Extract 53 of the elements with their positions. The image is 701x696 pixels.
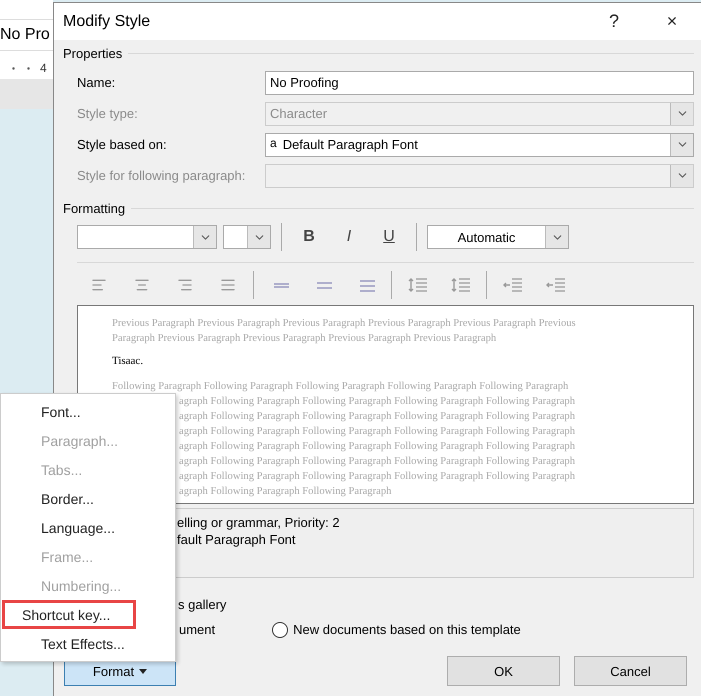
menu-item[interactable]: Language... <box>17 513 167 542</box>
template-radio[interactable]: New documents based on this template <box>272 622 521 638</box>
radio-circle[interactable] <box>272 622 288 638</box>
preview-line: agraph Following Paragraph Following Paragraph <box>179 485 392 499</box>
preview-line: Paragraph Previous Paragraph Previous Paragraph Previous Paragraph Previous Paragraph <box>112 332 498 346</box>
group-title: Formatting <box>63 201 126 216</box>
field-label: Style type: <box>77 106 139 121</box>
font-dropdown[interactable] <box>77 225 217 249</box>
field-label: Style for following paragraph: <box>77 168 246 183</box>
name-field[interactable]: No Proofing <box>265 70 694 94</box>
menu-item[interactable]: Shortcut key... <box>2 600 136 629</box>
align-center-icon <box>134 277 150 293</box>
preview-line: agraph Following Paragraph Following Paragraph Following Paragraph Following Paragraph <box>179 470 576 484</box>
menu-item[interactable]: Font... <box>17 397 167 426</box>
dropdown-field[interactable]: a Default Paragraph Font <box>265 132 694 156</box>
italic-button[interactable]: I <box>332 227 366 247</box>
preview-line: agraph Following Paragraph Following Paragraph Following Paragraph Following Paragraph <box>179 455 576 469</box>
option-label: ument <box>179 622 216 637</box>
ruler-ticks <box>12 66 30 70</box>
field-label: Name: <box>77 75 116 90</box>
align-right-icon <box>176 277 192 293</box>
preview-line: agraph Following Paragraph Following Paragraph Following Paragraph Following Paragraph <box>179 395 576 409</box>
ruler-number: 4 <box>40 61 47 75</box>
preview-line: agraph Following Paragraph Following Paragraph Following Paragraph Following Paragraph <box>179 410 576 424</box>
justify-icon <box>220 277 236 293</box>
style-box[interactable]: No Pro <box>0 19 53 51</box>
color-dropdown[interactable]: Automatic <box>427 225 569 249</box>
spacing-icon <box>450 277 470 293</box>
preview-line: agraph Following Paragraph Following Paragraph Following Paragraph Following Paragraph <box>179 440 576 454</box>
preview-line: agraph Following Paragraph Following Paragraph Following Paragraph Following Paragraph <box>179 425 576 439</box>
option-label: s gallery <box>178 597 226 612</box>
sample-text: Tisaac. <box>112 354 144 369</box>
indent-icon <box>502 277 522 293</box>
cancel-button[interactable]: Cancel <box>574 656 687 686</box>
underline-button[interactable]: U <box>372 227 406 247</box>
align-left-icon <box>90 277 106 293</box>
size-dropdown[interactable] <box>223 225 271 249</box>
spacing-icon <box>408 277 428 293</box>
menu-item[interactable]: Border... <box>17 484 167 513</box>
window-title: Modify Style <box>63 12 152 30</box>
caret-icon <box>139 668 148 674</box>
field-label: Style based on: <box>77 137 168 152</box>
help-button[interactable]: ? <box>585 3 643 40</box>
close-button[interactable]: × <box>643 3 701 40</box>
description-line: elling or grammar, Priority: 2 <box>177 514 341 531</box>
group-title: Properties <box>63 46 122 61</box>
indent-icon <box>546 277 566 293</box>
preview-line: Following Paragraph Following Paragraph Following Paragraph Following Paragraph Following Paragraph <box>112 380 570 394</box>
description-line: fault Paragraph Font <box>177 531 297 548</box>
bold-button[interactable]: B <box>292 227 326 247</box>
ok-button[interactable]: OK <box>447 656 560 686</box>
menu-item[interactable]: Text Effects... <box>17 629 167 658</box>
preview-line: Previous Paragraph Previous Paragraph Previous Paragraph Previous Paragraph Previous Paragraph Previous <box>112 317 577 331</box>
